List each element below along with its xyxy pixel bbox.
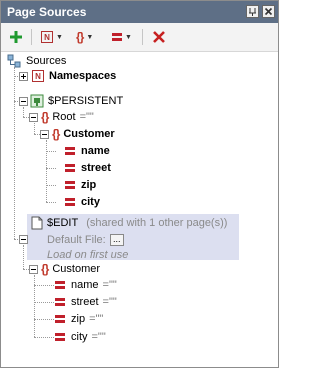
persistent-source-icon xyxy=(30,94,44,108)
tree-node-namespaces[interactable]: N Namespaces xyxy=(32,68,116,84)
attribute-icon xyxy=(55,280,65,290)
namespace-icon: N xyxy=(32,70,44,82)
toolbar: N ▼ {} ▼ ▼ xyxy=(1,23,278,52)
element-icon: {} xyxy=(41,110,49,124)
customer-label: Customer xyxy=(52,263,101,275)
collapse-toggle[interactable] xyxy=(29,113,38,122)
persistent-label: $PERSISTENT xyxy=(48,95,124,107)
element-icon: {} xyxy=(52,127,60,141)
tree-node-edit[interactable]: $EDIT (shared with 1 other page(s)) xyxy=(31,215,227,231)
tree-line xyxy=(46,185,56,186)
chevron-down-icon[interactable]: ▼ xyxy=(125,34,132,41)
expand-toggle[interactable] xyxy=(19,72,28,81)
collapse-toggle[interactable] xyxy=(19,235,28,244)
attribute-name: street xyxy=(71,296,99,308)
attribute-icon xyxy=(55,297,65,307)
tree-line xyxy=(23,107,24,117)
insert-attribute-button[interactable]: ▼ xyxy=(112,28,132,46)
tree-node-attribute[interactable]: zip xyxy=(65,177,96,193)
chevron-down-icon[interactable]: ▼ xyxy=(86,34,93,41)
attribute-name: street xyxy=(81,162,111,174)
tree-node-customer[interactable]: {} Customer xyxy=(52,126,115,142)
tree-node-persistent[interactable]: $PERSISTENT xyxy=(30,93,123,109)
tree-node-attribute[interactable]: city xyxy=(65,194,100,210)
tree-line xyxy=(46,140,47,202)
tree-line xyxy=(46,202,56,203)
default-file-label: Default File: xyxy=(47,234,106,246)
add-button[interactable] xyxy=(9,28,23,46)
attribute-value: ="" xyxy=(89,313,104,325)
tree-node-attribute[interactable]: zip ="" xyxy=(55,311,103,327)
title-bar: Page Sources xyxy=(1,1,278,23)
tree-line xyxy=(34,337,54,338)
attribute-icon xyxy=(65,146,75,156)
tree-node-sources[interactable]: Sources xyxy=(7,53,66,69)
attribute-name: city xyxy=(71,331,88,343)
insert-node-button[interactable]: N ▼ xyxy=(41,28,63,46)
namespace-node-icon: N xyxy=(41,31,53,43)
attribute-icon xyxy=(112,32,122,42)
sources-icon xyxy=(7,54,21,68)
edit-label: $EDIT xyxy=(47,217,79,229)
collapse-toggle[interactable] xyxy=(29,265,38,274)
tree-line xyxy=(46,168,56,169)
element-icon: {} xyxy=(41,262,49,276)
customer-label: Customer xyxy=(63,128,115,140)
default-file-row: Default File: ... xyxy=(47,232,124,248)
shared-note: (shared with 1 other page(s)) xyxy=(86,217,228,229)
pin-icon[interactable] xyxy=(246,5,259,18)
attribute-icon xyxy=(65,180,75,190)
close-icon[interactable] xyxy=(262,5,275,18)
insert-element-button[interactable]: {} ▼ xyxy=(76,28,93,46)
tree-line xyxy=(23,245,24,269)
tree-node-attribute[interactable]: name ="" xyxy=(55,277,117,293)
toolbar-separator xyxy=(31,29,32,45)
tree-line xyxy=(46,151,56,152)
attribute-name: zip xyxy=(71,313,86,325)
panel-title: Page Sources xyxy=(7,5,87,19)
attribute-icon xyxy=(65,197,75,207)
tree-node-attribute[interactable]: street ="" xyxy=(55,294,117,310)
delete-x-icon xyxy=(153,31,165,43)
attribute-icon xyxy=(65,163,75,173)
sources-tree: Sources N Namespaces $PERSISTENT {} Root… xyxy=(1,51,278,367)
tree-line xyxy=(34,123,35,134)
tree-line xyxy=(34,302,54,303)
tree-node-attribute[interactable]: name xyxy=(65,143,110,159)
attribute-name: name xyxy=(71,279,99,291)
tree-node-root[interactable]: {} Root ="" xyxy=(41,109,94,125)
tree-line xyxy=(34,285,54,286)
root-label: Root xyxy=(52,111,76,123)
browse-button[interactable]: ... xyxy=(109,234,124,246)
attribute-name: city xyxy=(81,196,100,208)
attribute-name: name xyxy=(81,145,110,157)
toolbar-separator xyxy=(142,29,143,45)
tree-node-customer[interactable]: {} Customer xyxy=(41,261,100,277)
chevron-down-icon[interactable]: ▼ xyxy=(56,34,63,41)
document-icon xyxy=(31,216,43,230)
page-sources-panel: Page Sources N ▼ {} ▼ ▼ Sources N Namesp… xyxy=(0,0,279,368)
tree-node-attribute[interactable]: city ="" xyxy=(55,329,106,345)
element-braces-icon: {} xyxy=(76,30,84,44)
collapse-toggle[interactable] xyxy=(19,97,28,106)
tree-node-attribute[interactable]: street xyxy=(65,160,111,176)
attribute-value: ="" xyxy=(102,279,117,291)
collapse-toggle[interactable] xyxy=(40,130,49,139)
attribute-icon xyxy=(55,314,65,324)
tree-line xyxy=(34,319,54,320)
load-note: Load on first use xyxy=(47,249,129,261)
delete-button[interactable] xyxy=(152,28,166,46)
namespaces-label: Namespaces xyxy=(49,70,117,82)
attribute-icon xyxy=(55,332,65,342)
attribute-name: zip xyxy=(81,179,97,191)
attribute-value: ="" xyxy=(102,296,117,308)
root-value: ="" xyxy=(79,111,94,123)
attribute-value: ="" xyxy=(91,331,106,343)
sources-label: Sources xyxy=(26,55,67,67)
plus-icon xyxy=(10,31,22,43)
tree-line xyxy=(14,67,15,239)
